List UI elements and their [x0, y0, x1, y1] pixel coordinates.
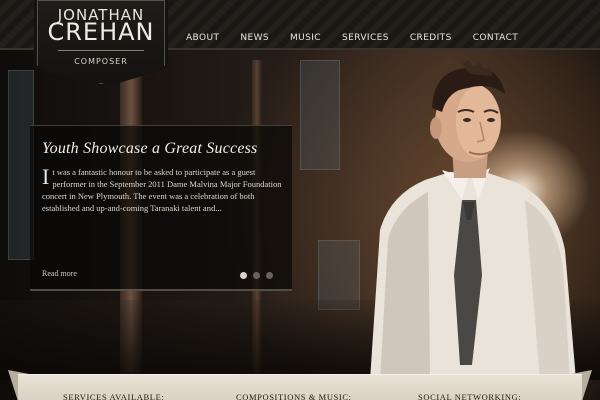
nav-credits[interactable]: CREDITS	[410, 33, 452, 47]
logo-divider	[58, 50, 144, 51]
footer-heading-social: SOCIAL NETWORKING:	[418, 392, 522, 400]
footer-heading-compositions: COMPOSITIONS & MUSIC:	[236, 392, 352, 400]
feature-text: t was a fantastic honour to be asked to …	[42, 167, 282, 213]
nav-services[interactable]: SERVICES	[342, 33, 389, 47]
nav-contact[interactable]: CONTACT	[473, 33, 518, 47]
nav-about[interactable]: ABOUT	[186, 33, 219, 47]
logo-subtitle: COMPOSER	[74, 57, 128, 66]
nav-news[interactable]: NEWS	[240, 33, 269, 47]
read-more-link[interactable]: Read more	[42, 269, 77, 278]
slide-dot-3[interactable]	[266, 272, 273, 279]
logo-last-name: CREHAN	[47, 18, 155, 46]
slide-dot-1[interactable]	[240, 272, 247, 279]
footer-heading-services: SERVICES AVAILABLE:	[63, 392, 165, 400]
slide-indicator	[240, 272, 273, 279]
nav-music[interactable]: MUSIC	[290, 33, 321, 47]
feature-dropcap: I	[42, 164, 50, 189]
news-feature-panel: Youth Showcase a Great Success It was a …	[30, 125, 292, 291]
background-window	[300, 60, 340, 170]
feature-body: It was a fantastic honour to be asked to…	[42, 166, 282, 214]
feature-title[interactable]: Youth Showcase a Great Success	[42, 140, 257, 158]
slide-dot-2[interactable]	[253, 272, 260, 279]
composer-photo	[370, 60, 576, 380]
main-nav: ABOUT NEWS MUSIC SERVICES CREDITS CONTAC…	[186, 33, 539, 47]
